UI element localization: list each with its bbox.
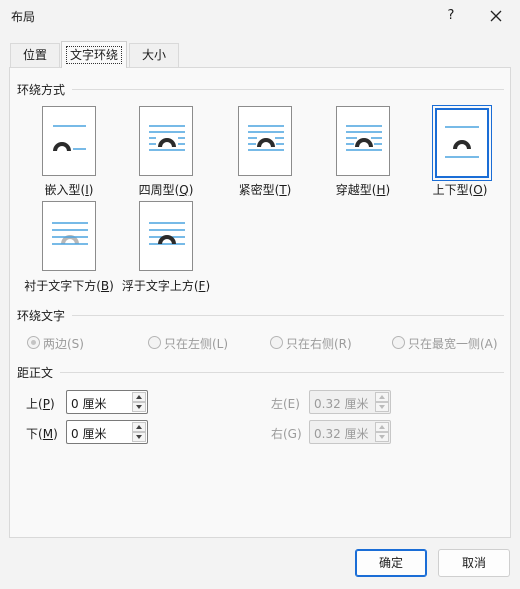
distance-top-label: 上(P): [26, 397, 55, 411]
radio-button[interactable]: [148, 336, 161, 349]
cancel-button[interactable]: 取消: [438, 549, 510, 577]
divider: [60, 372, 504, 373]
ok-button[interactable]: 确定: [355, 549, 427, 577]
title-bar: 布局 ?: [0, 0, 520, 32]
distance-top-spinner[interactable]: 0 厘米: [66, 390, 148, 414]
radio-label: 只在最宽一侧(A): [408, 337, 498, 351]
spin-down-button[interactable]: [375, 402, 389, 412]
distance-bottom-label: 下(M): [26, 427, 58, 441]
tab-size[interactable]: 大小: [129, 43, 179, 67]
wrap-inline-label: 嵌入型(I): [44, 183, 94, 197]
wrap-square-label: 四周型(Q): [138, 183, 194, 197]
divider: [72, 315, 504, 316]
wrap-style-heading: 环绕方式: [17, 83, 66, 97]
spinner-value: 0.32 厘米: [314, 397, 369, 411]
distance-right-label: 右(G): [271, 427, 302, 441]
distance-right-spinner[interactable]: 0.32 厘米: [309, 420, 391, 444]
tab-label: 位置: [22, 48, 47, 62]
dialog-title: 布局: [11, 10, 36, 24]
wrap-tight-button[interactable]: [238, 106, 292, 176]
wrap-behind-text-button[interactable]: [42, 201, 96, 271]
tab-position[interactable]: 位置: [10, 43, 60, 67]
wrap-in-front-label: 浮于文字上方(F): [121, 279, 211, 293]
tab-text-wrapping[interactable]: 文字环绕: [61, 41, 127, 68]
tab-label: 文字环绕: [65, 46, 122, 64]
radio-label: 只在左侧(L): [164, 337, 229, 351]
spin-up-button[interactable]: [375, 392, 389, 402]
spin-down-button[interactable]: [132, 402, 146, 412]
wrap-text-heading: 环绕文字: [17, 309, 66, 323]
distance-heading: 距正文: [17, 366, 54, 380]
wrap-tight-label: 紧密型(T): [238, 183, 292, 197]
spin-up-button[interactable]: [132, 422, 146, 432]
spin-up-button[interactable]: [375, 422, 389, 432]
radio-button[interactable]: [392, 336, 405, 349]
spinner-value: 0 厘米: [71, 427, 107, 441]
spin-up-button[interactable]: [132, 392, 146, 402]
wrap-inline-button[interactable]: [42, 106, 96, 176]
wrap-square-icon: [149, 125, 185, 151]
wrap-through-icon: [346, 125, 382, 151]
distance-left-spinner[interactable]: 0.32 厘米: [309, 390, 391, 414]
spinner-value: 0 厘米: [71, 397, 107, 411]
help-button[interactable]: ?: [440, 5, 462, 27]
tab-label: 大小: [141, 48, 166, 62]
wrap-tight-icon: [248, 125, 284, 151]
divider: [72, 89, 504, 90]
wrap-square-button[interactable]: [139, 106, 193, 176]
wrap-in-front-icon: [149, 222, 185, 245]
wrap-inline-icon: [53, 125, 86, 151]
wrap-top-bottom-button[interactable]: [432, 105, 492, 181]
radio-label: 两边(S): [43, 337, 84, 351]
wrap-through-label: 穿越型(H): [335, 183, 391, 197]
close-button[interactable]: [485, 5, 507, 27]
distance-bottom-spinner[interactable]: 0 厘米: [66, 420, 148, 444]
close-icon: [490, 10, 502, 22]
radio-label: 只在右侧(R): [286, 337, 352, 351]
distance-left-label: 左(E): [271, 397, 300, 411]
spin-down-button[interactable]: [375, 432, 389, 442]
wrap-behind-text-icon: [52, 222, 88, 245]
spin-down-button[interactable]: [132, 432, 146, 442]
radio-button[interactable]: [27, 336, 40, 349]
spinner-value: 0.32 厘米: [314, 427, 369, 441]
wrap-in-front-button[interactable]: [139, 201, 193, 271]
wrap-top-bottom-label: 上下型(O): [432, 183, 488, 197]
wrap-through-button[interactable]: [336, 106, 390, 176]
wrap-top-bottom-icon: [445, 126, 479, 158]
radio-button[interactable]: [270, 336, 283, 349]
wrap-behind-text-label: 衬于文字下方(B): [24, 279, 114, 293]
